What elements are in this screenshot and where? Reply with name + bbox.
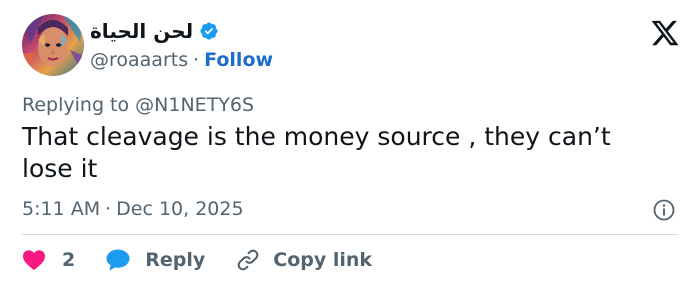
display-name[interactable]: لحن الحياة [90, 18, 193, 44]
action-bar: 2 Reply Copy link [22, 246, 372, 274]
replying-to-line: Replying to @N1NETY6S [22, 93, 254, 117]
speech-bubble-icon [105, 248, 131, 272]
reply-label: Reply [145, 249, 206, 271]
divider [22, 234, 678, 235]
avatar[interactable] [22, 14, 84, 76]
follow-button[interactable]: Follow [204, 48, 273, 72]
tweet-card: لحن الحياة @roaaarts · Follow Replying t… [0, 0, 700, 287]
tweet-time[interactable]: 5:11 AM [22, 197, 100, 221]
copy-link-button[interactable]: Copy link [235, 247, 372, 273]
link-icon [235, 247, 261, 273]
author-name-row: لحن الحياة [90, 18, 219, 44]
tweet-timestamp: 5:11 AM · Dec 10, 2025 [22, 197, 244, 221]
timestamp-separator: · [105, 198, 112, 220]
tweet-text: That cleavage is the money source , they… [22, 122, 611, 183]
like-button[interactable]: 2 [22, 249, 75, 271]
like-count: 2 [62, 249, 76, 271]
handle-row: @roaaarts · Follow [90, 48, 273, 72]
reply-button[interactable]: Reply [105, 248, 205, 272]
tweet-date[interactable]: Dec 10, 2025 [116, 197, 243, 221]
reply-mention-link[interactable]: @N1NETY6S [135, 94, 254, 116]
x-logo-icon[interactable] [650, 18, 680, 48]
copy-link-label: Copy link [273, 249, 373, 271]
handle-separator: · [193, 49, 200, 71]
heart-icon [22, 249, 46, 271]
verified-badge-icon[interactable] [199, 21, 219, 41]
author-handle[interactable]: @roaaarts [90, 48, 188, 72]
replying-to-prefix: Replying to [22, 94, 130, 116]
info-icon[interactable] [652, 198, 676, 222]
